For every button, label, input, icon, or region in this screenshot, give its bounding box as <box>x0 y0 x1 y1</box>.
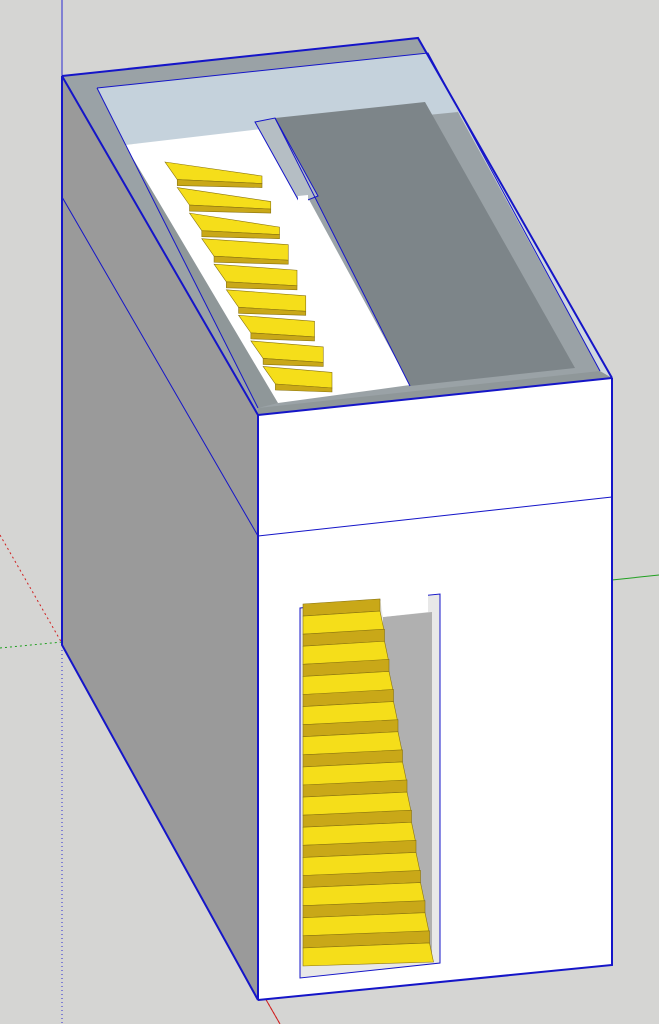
handrail-end <box>298 195 308 204</box>
green-axis-right <box>611 574 659 581</box>
sketchup-viewport[interactable] <box>0 0 659 1024</box>
green-axis <box>0 641 63 649</box>
model-canvas[interactable] <box>0 0 659 1024</box>
